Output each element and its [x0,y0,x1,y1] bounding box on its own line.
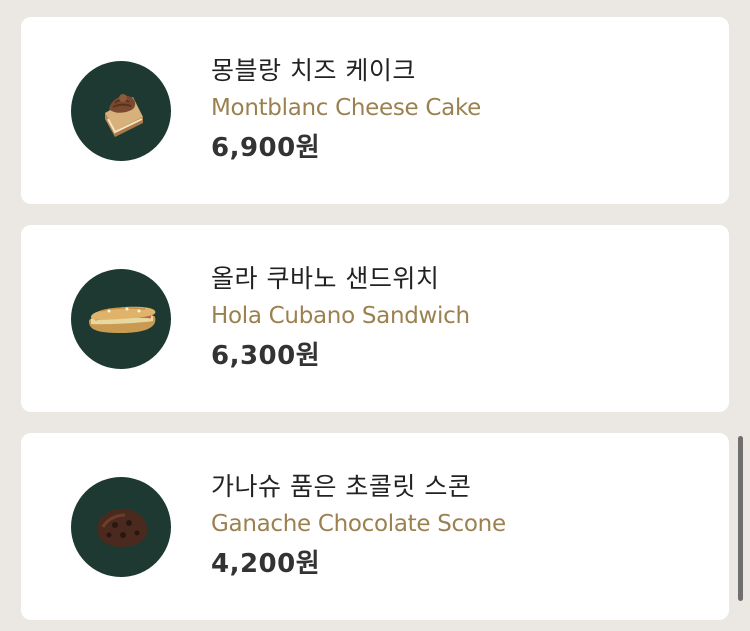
product-card-ganache-chocolate-scone[interactable]: 가나슈 품은 초콜릿 스콘 Ganache Chocolate Scone 4,… [21,433,729,620]
scrollbar[interactable] [738,436,743,601]
product-price: 6,300원 [211,341,321,371]
sandwich-icon [89,306,156,333]
product-name-english: Ganache Chocolate Scone [211,511,506,537]
product-image [71,477,171,577]
product-name-english: Hola Cubano Sandwich [211,303,470,329]
product-texts: 몽블랑 치즈 케이크 Montblanc Cheese Cake 6,900원 [211,55,481,165]
scone-icon [96,508,148,547]
product-texts: 올라 쿠바노 샌드위치 Hola Cubano Sandwich 6,300원 [211,263,470,373]
product-texts: 가나슈 품은 초콜릿 스콘 Ganache Chocolate Scone 4,… [211,471,506,581]
product-image [71,269,171,369]
product-list: 몽블랑 치즈 케이크 Montblanc Cheese Cake 6,900원 … [21,17,729,620]
product-card-montblanc-cheese-cake[interactable]: 몽블랑 치즈 케이크 Montblanc Cheese Cake 6,900원 [21,17,729,204]
product-name-korean: 올라 쿠바노 샌드위치 [211,264,440,293]
product-card-hola-cubano-sandwich[interactable]: 올라 쿠바노 샌드위치 Hola Cubano Sandwich 6,300원 [21,225,729,412]
cake-slice-icon [105,94,143,137]
product-price: 4,200원 [211,549,321,579]
product-name-korean: 가나슈 품은 초콜릿 스콘 [211,472,472,501]
product-image [71,61,171,161]
product-name-english: Montblanc Cheese Cake [211,95,482,121]
product-price: 6,900원 [211,133,321,163]
product-name-korean: 몽블랑 치즈 케이크 [211,56,416,85]
